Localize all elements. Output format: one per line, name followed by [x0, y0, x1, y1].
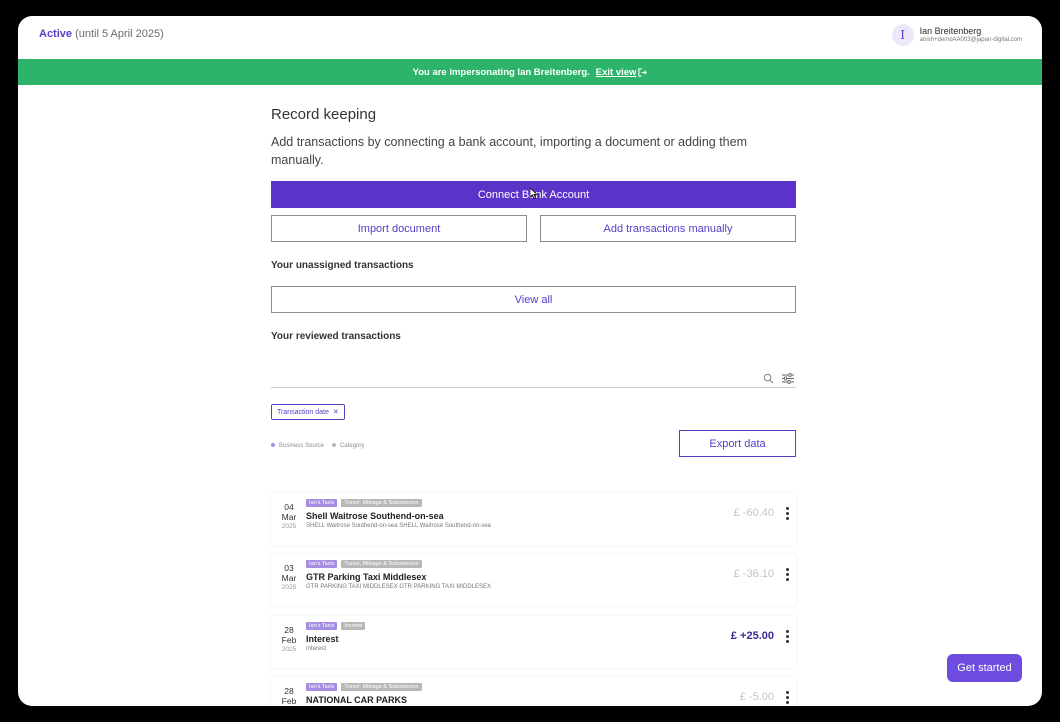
search-input[interactable] [271, 387, 796, 388]
transaction-date: 04 Mar 2025 [277, 502, 301, 532]
more-options-icon[interactable] [782, 689, 792, 705]
source-tag: Ian's Taxis [306, 683, 338, 691]
filter-chip-label: Transaction date [277, 408, 329, 416]
source-tag: Ian's Taxis [306, 560, 338, 568]
transaction-row[interactable]: 04 Mar 2025 Ian's Taxis Travel, Mileage & Su… [271, 493, 796, 545]
transaction-date: 28Feb2025 [277, 625, 301, 655]
transaction-month: Mar [281, 512, 297, 522]
transaction-amount: £ +25.00 [730, 630, 774, 642]
add-manually-button[interactable]: Add transactions manually [540, 215, 796, 242]
transaction-month: Feb [281, 696, 297, 706]
avatar[interactable]: I [891, 24, 914, 46]
transaction-amount: £ -5.00 [739, 691, 774, 703]
export-data-button[interactable]: Export data [679, 430, 796, 457]
more-options-icon[interactable] [782, 566, 792, 582]
reviewed-heading: Your reviewed transactions [271, 331, 401, 342]
top-bar: Active (until 5 April 2025) I Ian Breite… [18, 16, 1042, 58]
exit-view-label[interactable]: Exit view [596, 67, 637, 78]
get-started-button[interactable]: Get started [947, 654, 1022, 682]
impersonation-banner: You are impersonating Ian Breitenberg. E… [18, 59, 1042, 85]
transaction-name: Shell Waitrose Southend-on-sea [306, 511, 444, 521]
transaction-description: GTR PARKING TAXI MIDDLESEX GTR PARKING T… [306, 584, 492, 590]
user-name: Ian Breitenberg [919, 25, 982, 36]
banner-message: You are impersonating Ian Breitenberg. [412, 66, 590, 78]
exit-view-link[interactable]: Exit view [596, 67, 648, 78]
more-options-icon[interactable] [782, 628, 792, 644]
transaction-name: GTR Parking Taxi Middlesex [306, 572, 427, 582]
transaction-day: 03 [284, 563, 294, 573]
more-options-icon[interactable] [782, 505, 792, 521]
page-title: Record keeping [271, 106, 377, 123]
transaction-tags: Ian's Taxis Travel, Mileage & Subsistence [306, 560, 422, 568]
mouse-cursor-icon [529, 186, 538, 204]
transaction-name: Interest [306, 634, 339, 644]
transaction-row[interactable]: 28Feb2025 Ian's TaxisTravel, Mileage & Su… [271, 677, 796, 706]
source-tag: Ian's Taxis [306, 499, 338, 507]
transaction-year: 2025 [281, 646, 297, 653]
transaction-tags: Ian's Taxis Travel, Mileage & Subsistence [306, 499, 422, 507]
transaction-month: Feb [281, 635, 297, 645]
category-tag: Travel, Mileage & Subsistence [341, 560, 422, 568]
transaction-description: Interest [306, 646, 327, 652]
transaction-description: SHELL Waitrose Southend-on-sea SHELL Wai… [306, 523, 491, 529]
transaction-row[interactable]: 28 Feb 2025 Ian's Taxis Income Interest Intere… [271, 616, 796, 668]
page-intro: Add transactions by connecting a bank ac… [271, 135, 747, 167]
transaction-date: 03 Mar 2025 [277, 563, 301, 593]
transaction-day: 04 [284, 502, 294, 512]
close-icon[interactable]: ✕ [333, 408, 339, 416]
category-tag: Income [341, 622, 366, 630]
transaction-year: 2025 [281, 584, 297, 591]
legend-category: Category [332, 443, 364, 449]
user-menu[interactable]: I Ian Breitenberg anish+demoAA003@japan-… [891, 24, 1022, 46]
import-document-button[interactable]: Import document [271, 215, 527, 242]
transaction-date-filter-chip[interactable]: Transaction date ✕ [271, 404, 345, 420]
transaction-amount: £ -60.40 [733, 507, 774, 519]
transaction-name: NATIONAL CAR PARKS [306, 695, 407, 705]
sliders-icon[interactable] [782, 371, 794, 389]
transaction-amount: £ -36.10 [733, 568, 774, 580]
source-tag: Ian's Taxis [306, 622, 338, 630]
unassigned-heading: Your unassigned transactions [271, 260, 414, 271]
app-screen: Active (until 5 April 2025) I Ian Breite… [18, 16, 1042, 706]
status-label: Active [39, 28, 73, 40]
category-tag: Travel, Mileage & Subsistence [341, 499, 422, 507]
exit-icon [638, 67, 648, 77]
transaction-tags: Ian's Taxis Travel, Mileage & Subsistence [306, 683, 422, 691]
view-all-button[interactable]: View all [271, 286, 796, 313]
transaction-tags: Ian's Taxis Income [306, 622, 366, 630]
user-info: Ian Breitenberg anish+demoAA003@japan-di… [919, 25, 1022, 43]
device-frame: Active (until 5 April 2025) I Ian Breite… [0, 0, 1060, 722]
transaction-date: 28Feb2025 [277, 686, 301, 706]
transaction-row[interactable]: 03 Mar 2025 Ian's Taxis Travel, Mileage & Su… [271, 554, 796, 606]
subscription-status: Active (until 5 April 2025) [39, 28, 164, 40]
transaction-year: 2025 [281, 523, 297, 530]
transaction-day: 28 [284, 686, 294, 696]
legend-business-source: Business Source [271, 443, 324, 449]
status-detail: (until 5 April 2025) [75, 28, 164, 40]
transaction-day: 28 [284, 625, 294, 635]
search-tools [763, 371, 794, 389]
transaction-month: Mar [281, 573, 297, 583]
user-email: anish+demoAA003@japan-digital.com [919, 36, 1022, 43]
category-tag: Travel, Mileage & Subsistence [341, 683, 422, 691]
legend: Business Source Category [271, 443, 364, 449]
search-icon[interactable] [763, 371, 774, 389]
